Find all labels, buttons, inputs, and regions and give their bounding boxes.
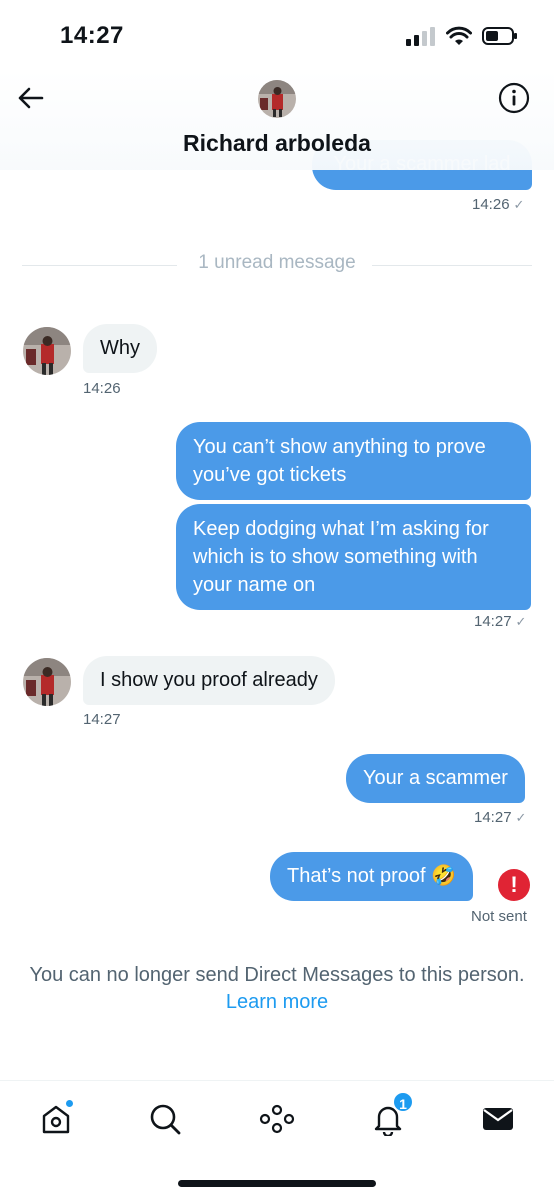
- nav-home[interactable]: [36, 1099, 76, 1139]
- checkmark-icon: ✓: [513, 197, 525, 212]
- battery-icon: [482, 27, 517, 45]
- profile-photo-icon: [23, 327, 71, 375]
- message-text: You can’t show anything to prove you’ve …: [193, 436, 486, 486]
- message-text: Keep dodging what I’m asking for which i…: [193, 518, 489, 596]
- message-timestamp: 14:26: [83, 380, 121, 397]
- status-icons: [406, 26, 518, 46]
- nav-notifications[interactable]: 1: [368, 1091, 414, 1139]
- sender-avatar[interactable]: [23, 658, 71, 706]
- message-bubble-failed[interactable]: That’s not proof 🤣: [270, 852, 474, 901]
- message-timestamp: 14:27 ✓: [474, 613, 527, 630]
- learn-more-link[interactable]: Learn more: [0, 989, 554, 1016]
- search-icon: [150, 1104, 181, 1135]
- arrow-left-icon: [18, 87, 44, 109]
- sender-avatar[interactable]: [23, 327, 71, 375]
- unread-divider: 1 unread message: [22, 252, 532, 276]
- new-content-dot: [65, 1099, 74, 1108]
- conversation-info-button[interactable]: [498, 82, 530, 114]
- unread-divider-label: 1 unread message: [198, 252, 356, 273]
- nav-messages[interactable]: [478, 1099, 518, 1139]
- nav-search[interactable]: [145, 1099, 185, 1139]
- home-indicator: [178, 1180, 376, 1187]
- status-time: 14:27: [60, 22, 124, 49]
- message-timestamp: 14:27: [83, 711, 121, 728]
- message-timestamp: 14:26 ✓: [472, 196, 525, 213]
- message-bubble-received[interactable]: Why: [83, 324, 157, 373]
- info-icon: [498, 82, 530, 114]
- header-avatar[interactable]: [258, 80, 296, 118]
- nav-spaces[interactable]: [257, 1099, 297, 1139]
- message-timestamp: 14:27 ✓: [474, 809, 527, 826]
- message-text: Your a scammer: [363, 767, 508, 789]
- send-error-icon[interactable]: !: [498, 869, 530, 901]
- notification-count-badge: 1: [392, 1091, 414, 1113]
- messages-icon: [483, 1108, 513, 1130]
- message-bubble-sent[interactable]: Keep dodging what I’m asking for which i…: [176, 504, 531, 610]
- message-text: I show you proof already: [100, 669, 318, 691]
- message-text: That’s not proof 🤣: [287, 865, 457, 887]
- wifi-icon: [446, 26, 472, 45]
- back-button[interactable]: [14, 82, 46, 114]
- message-bubble-sent[interactable]: Your a scammer: [346, 754, 525, 803]
- dm-restricted-notice: You can no longer send Direct Messages t…: [0, 962, 554, 1016]
- conversation-header: Richard arboleda: [0, 70, 554, 170]
- contact-name: Richard arboleda: [183, 130, 371, 156]
- checkmark-icon: ✓: [515, 810, 527, 825]
- checkmark-icon: ✓: [515, 614, 527, 629]
- spaces-icon: [259, 1104, 295, 1134]
- status-bar: 14:27: [0, 0, 554, 70]
- message-text: Why: [100, 337, 140, 359]
- profile-photo-icon: [258, 80, 296, 118]
- cellular-signal-icon: [406, 27, 435, 46]
- not-sent-label: Not sent: [471, 908, 527, 925]
- message-bubble-received[interactable]: I show you proof already: [83, 656, 335, 705]
- notice-text: You can no longer send Direct Messages t…: [29, 964, 525, 986]
- profile-photo-icon: [23, 658, 71, 706]
- message-bubble-sent[interactable]: You can’t show anything to prove you’ve …: [176, 422, 531, 500]
